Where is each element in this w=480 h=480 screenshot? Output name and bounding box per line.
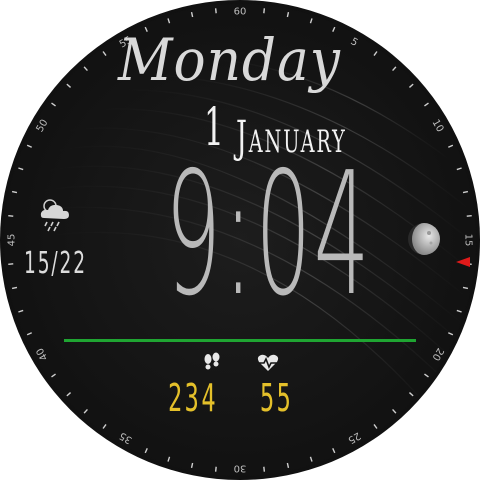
minute-tick bbox=[26, 332, 32, 336]
divider-line bbox=[64, 339, 416, 342]
minute-tick bbox=[462, 190, 469, 194]
minute-tick bbox=[51, 373, 56, 378]
steps-count: 234 bbox=[168, 376, 218, 420]
minute-tick bbox=[51, 102, 56, 107]
dial-label: 10 bbox=[430, 118, 446, 135]
minute-tick bbox=[424, 373, 429, 378]
minute-tick bbox=[190, 462, 194, 469]
footprints-icon bbox=[204, 352, 220, 370]
minute-tick bbox=[448, 144, 454, 148]
cloud-rain-icon bbox=[40, 199, 69, 232]
dial-label: 60 bbox=[234, 7, 247, 18]
watch-face: 60 5 10 15 20 25 30 35 40 45 50 55 Monday 1 January… bbox=[0, 0, 480, 480]
minute-tick bbox=[214, 8, 217, 14]
minute-tick bbox=[83, 408, 88, 414]
dial-label: 30 bbox=[234, 463, 247, 474]
minute-tick bbox=[456, 309, 462, 313]
minute-tick bbox=[18, 167, 24, 171]
minute-tick bbox=[424, 102, 429, 107]
minute-tick bbox=[462, 286, 469, 290]
minute-tick bbox=[286, 462, 290, 469]
minute-tick bbox=[373, 51, 378, 56]
minute-tick bbox=[309, 18, 313, 24]
minute-tick bbox=[102, 424, 107, 429]
minute-tick bbox=[11, 190, 18, 194]
minute-tick bbox=[66, 83, 72, 88]
minute-tick bbox=[408, 83, 414, 88]
temperature-range: 15/22 bbox=[24, 246, 87, 281]
minute-tick bbox=[8, 263, 14, 266]
minute-tick bbox=[190, 11, 194, 18]
heart-pulse-icon bbox=[257, 354, 279, 371]
time-display: 9:04 bbox=[165, 136, 372, 334]
dial-label: 20 bbox=[430, 346, 446, 363]
minute-tick bbox=[263, 466, 266, 472]
dial-label: 45 bbox=[7, 234, 18, 247]
minute-tick bbox=[66, 392, 72, 397]
minute-tick bbox=[448, 332, 454, 336]
minute-tick bbox=[18, 309, 24, 313]
minute-tick bbox=[392, 66, 397, 72]
dial-label: 5 bbox=[348, 36, 359, 49]
minute-tick bbox=[167, 18, 171, 24]
minute-tick bbox=[263, 8, 266, 14]
minute-tick bbox=[26, 144, 32, 148]
minute-tick bbox=[8, 214, 14, 217]
minute-tick bbox=[167, 456, 171, 462]
minute-tick bbox=[83, 66, 88, 72]
minute-tick bbox=[466, 214, 472, 217]
day-of-week: Monday bbox=[118, 26, 341, 94]
minute-tick bbox=[392, 408, 397, 414]
minute-tick bbox=[373, 424, 378, 429]
dial-label: 25 bbox=[346, 430, 363, 446]
minute-tick bbox=[332, 448, 336, 454]
minute-tick bbox=[309, 456, 313, 462]
dial-label: 15 bbox=[463, 234, 474, 247]
minute-tick bbox=[286, 11, 290, 18]
minute-tick bbox=[144, 448, 148, 454]
heart-rate-value: 55 bbox=[260, 376, 294, 420]
minute-tick bbox=[214, 466, 217, 472]
minute-tick bbox=[102, 51, 107, 56]
minute-tick bbox=[11, 286, 18, 290]
second-marker bbox=[456, 257, 470, 267]
moon-phase-icon bbox=[408, 223, 440, 255]
dial-label: 35 bbox=[118, 430, 135, 446]
dial-label: 50 bbox=[35, 118, 51, 135]
minute-tick bbox=[408, 392, 414, 397]
minute-tick bbox=[456, 167, 462, 171]
dial-label: 40 bbox=[35, 346, 51, 363]
